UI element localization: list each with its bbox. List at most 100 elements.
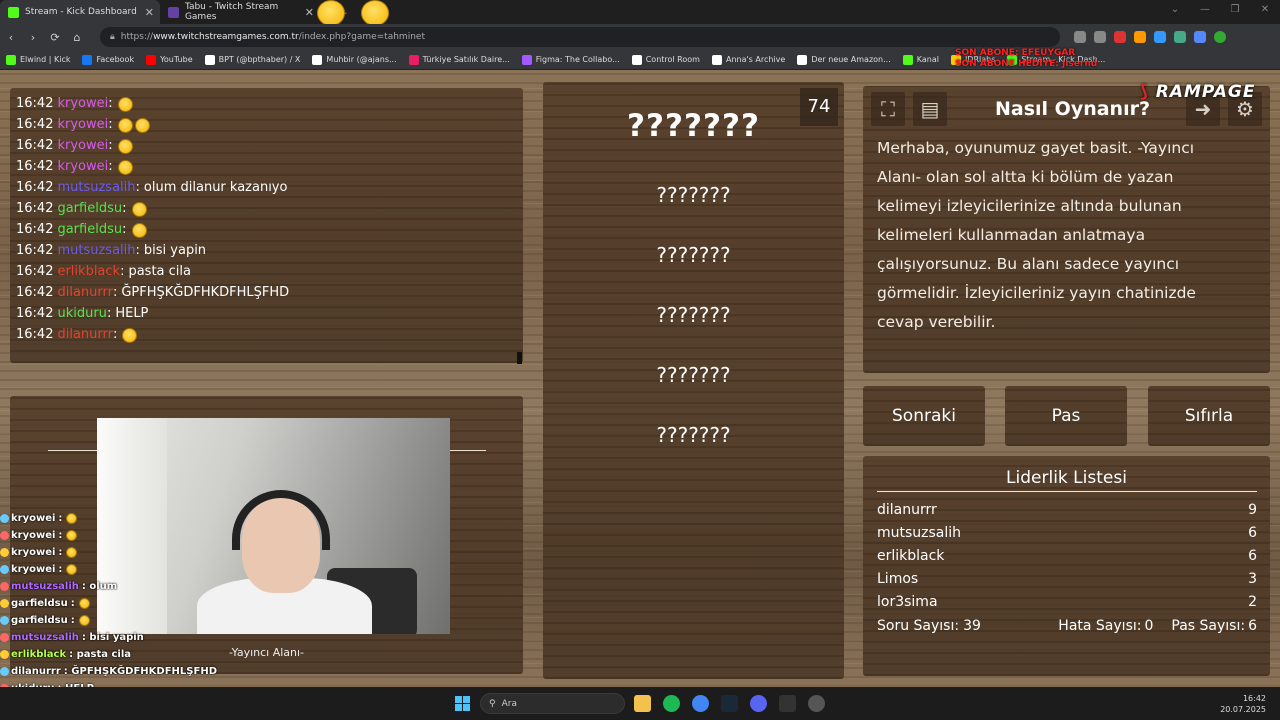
- player-name: Limos: [877, 571, 919, 587]
- chat-username[interactable]: dilanurrr: [57, 325, 113, 345]
- emoji-icon: [78, 615, 90, 626]
- badge-icon: [0, 514, 9, 523]
- chat-text: bisi yapin: [143, 243, 207, 258]
- chat-username[interactable]: garfieldsu: [57, 199, 122, 219]
- extension-icon[interactable]: [1134, 31, 1146, 43]
- discord-icon[interactable]: [750, 695, 767, 712]
- taskbar-search[interactable]: ⚲ Ara: [480, 693, 625, 714]
- emoji-icon: [66, 513, 78, 524]
- chrome-icon[interactable]: [692, 695, 709, 712]
- bookmark-label: Der neue Amazon...: [811, 55, 891, 64]
- file-explorer-icon[interactable]: [634, 695, 651, 712]
- tab-kick-dashboard[interactable]: Stream - Kick Dashboard ✕: [0, 0, 160, 24]
- badge-icon: [0, 616, 9, 625]
- chat-colon: :: [108, 96, 113, 111]
- badge-icon: [0, 650, 9, 659]
- reset-button[interactable]: Sıfırla: [1148, 386, 1270, 446]
- overlay-username: erlikblack: [11, 649, 67, 660]
- spotify-icon[interactable]: [663, 695, 680, 712]
- home-icon[interactable]: ⌂: [66, 31, 88, 44]
- windows-start-icon[interactable]: [455, 696, 470, 711]
- chat-time: 16:42: [16, 180, 54, 195]
- chat-colon: :: [112, 327, 118, 342]
- player-score: 9: [1248, 502, 1257, 518]
- overlay-username: garfieldsu: [11, 615, 68, 626]
- url-path: /index.php?game=tahminet: [298, 32, 425, 42]
- overlay-chat-message: dilanurrr: ĞPFHŞKĞDFHKDFHLŞFHD: [0, 663, 217, 680]
- bookmark-item[interactable]: BPT (@bpthaber) / X: [204, 54, 300, 65]
- extension-icon[interactable]: [1174, 31, 1186, 43]
- chat-username[interactable]: ukiduru: [57, 304, 106, 324]
- share-icon[interactable]: [1074, 31, 1086, 43]
- chat-message: 16:42 kryowei:: [16, 157, 133, 177]
- chat-username[interactable]: garfieldsu: [57, 220, 122, 240]
- tab-tabu-game[interactable]: Tabu - Twitch Stream Games ✕: [160, 0, 320, 24]
- chat-username[interactable]: kryowei: [57, 136, 108, 156]
- chat-username[interactable]: kryowei: [57, 115, 108, 135]
- player-name: lor3sima: [877, 594, 938, 610]
- extension-icon[interactable]: [1114, 31, 1126, 43]
- bookmark-item[interactable]: Figma: The Collabo...: [521, 54, 620, 65]
- bookmark-item[interactable]: Facebook: [82, 54, 134, 65]
- chat-colon: :: [135, 243, 140, 258]
- chat-username[interactable]: kryowei: [57, 94, 108, 114]
- taskbar: ⚲ Ara 16:42 20.07.2025: [0, 687, 1280, 720]
- minimize-icon[interactable]: —: [1190, 0, 1220, 20]
- maximize-icon[interactable]: ❐: [1220, 0, 1250, 20]
- chat-username[interactable]: mutsuzsalih: [57, 241, 135, 261]
- close-window-icon[interactable]: ✕: [1250, 0, 1280, 20]
- bookmark-item[interactable]: Muhbir (@ajans...: [312, 54, 397, 65]
- back-icon[interactable]: ‹: [0, 31, 22, 44]
- chat-colon: :: [122, 222, 127, 237]
- last-gift-sub: SON ABONE HEDİYE: Jisernd: [955, 59, 1098, 69]
- emoji-icon: [131, 201, 147, 217]
- bookmark-star-icon[interactable]: [1094, 31, 1106, 43]
- bookmark-item[interactable]: Der neue Amazon...: [797, 54, 891, 65]
- bookmark-item[interactable]: Kanal: [902, 54, 939, 65]
- forward-icon[interactable]: ›: [22, 31, 44, 44]
- chat-username[interactable]: mutsuzsalih: [57, 178, 135, 198]
- chat-username[interactable]: erlikblack: [57, 262, 120, 282]
- how-to-title: Nasıl Oynanır?: [995, 98, 1150, 120]
- system-clock[interactable]: 16:42 20.07.2025: [1220, 693, 1266, 715]
- bookmark-item[interactable]: Elwind | Kick: [6, 54, 70, 65]
- brand-name: RAMPAGE: [1155, 82, 1256, 102]
- window-controls: ⌄ — ❐ ✕: [1160, 0, 1280, 20]
- extension-icon[interactable]: [1154, 31, 1166, 43]
- bookmark-item[interactable]: Control Room: [631, 54, 700, 65]
- forbidden-word: ???????: [656, 303, 731, 327]
- document-icon[interactable]: ▤: [913, 92, 947, 126]
- url-input[interactable]: 🔒︎ https://www.twitchstreamgames.com.tr /…: [100, 27, 1060, 47]
- fullscreen-icon[interactable]: ⛶: [871, 92, 905, 126]
- close-tab-icon[interactable]: ✕: [305, 6, 314, 19]
- badge-icon: [0, 633, 9, 642]
- overlay-text: :: [58, 547, 63, 558]
- chat-username[interactable]: dilanurrr: [57, 283, 113, 303]
- next-button[interactable]: Sonraki: [863, 386, 985, 446]
- epic-games-icon[interactable]: [779, 695, 796, 712]
- pass-button[interactable]: Pas: [1005, 386, 1127, 446]
- overlay-text: : HELP: [58, 680, 94, 687]
- overlay-text: : olum: [81, 581, 118, 592]
- steam-icon[interactable]: [721, 695, 738, 712]
- bookmark-favicon-icon: [902, 54, 913, 65]
- overlay-chat-message: mutsuzsalih: bisi yapin: [0, 629, 217, 646]
- chat-username[interactable]: kryowei: [57, 157, 108, 177]
- tab-search-icon[interactable]: ⌄: [1160, 0, 1190, 20]
- avatar[interactable]: [1214, 31, 1226, 43]
- chat-scrollbar[interactable]: [517, 352, 522, 364]
- rampage-logo: ⟆ RAMPAGE: [1140, 82, 1256, 102]
- bookmark-label: Türkiye Satılık Daire...: [422, 55, 510, 64]
- extension-icon[interactable]: [1194, 31, 1206, 43]
- obs-icon[interactable]: [808, 695, 825, 712]
- question-count-label: Soru Sayısı:: [877, 618, 960, 634]
- bookmark-favicon-icon: [797, 54, 808, 65]
- chat-time: 16:42: [16, 138, 54, 153]
- close-tab-icon[interactable]: ✕: [145, 6, 154, 19]
- reload-icon[interactable]: ⟳: [44, 31, 66, 44]
- bookmark-item[interactable]: YouTube: [146, 54, 193, 65]
- chat-time: 16:42: [16, 159, 54, 174]
- bookmark-item[interactable]: Türkiye Satılık Daire...: [408, 54, 510, 65]
- bookmark-item[interactable]: Anna's Archive: [711, 54, 785, 65]
- chat-message: 16:42 mutsuzsalih: olum dilanur kazanıyo: [16, 178, 287, 198]
